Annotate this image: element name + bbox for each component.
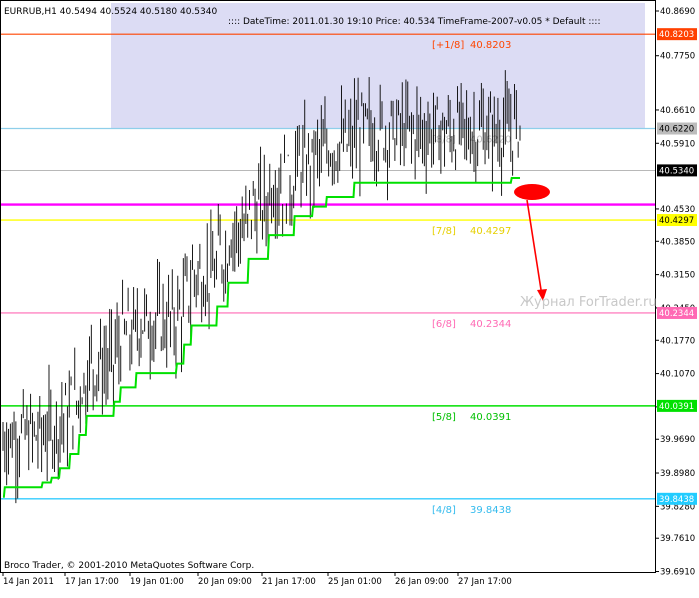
y-tick-label: 40.1770 <box>660 336 695 346</box>
price-tag-label-0: 40.8203 <box>659 30 694 40</box>
symbol-header: EURRUB,H1 40.5494 40.5524 40.5180 40.534… <box>4 7 217 17</box>
x-tick-label: 26 Jan 09:00 <box>395 577 449 587</box>
price-tag-label-6: 39.8438 <box>659 495 694 505</box>
x-tick-label: 19 Jan 01:00 <box>130 577 184 587</box>
x-tick-label: 14 Jan 2011 <box>3 577 54 587</box>
price-tag-label-5: 40.0391 <box>659 402 694 412</box>
signal-marker <box>514 184 550 200</box>
y-tick-label: 39.6910 <box>660 568 695 578</box>
y-tick-label: 40.6610 <box>660 106 695 116</box>
copyright-text: Broco Trader, © 2001-2010 MetaQuotes Sof… <box>4 561 254 571</box>
level-label-6: [4/8] <box>432 505 456 516</box>
y-tick-label: 40.3850 <box>660 237 695 247</box>
level-value-4: 40.2344 <box>470 319 511 330</box>
x-tick-label: 27 Jan 17:00 <box>458 577 512 587</box>
y-tick-label: 40.4530 <box>660 205 695 215</box>
chart-window: [+1/8] 40.8203 [8/8] 40.6220 [7/8] 40.4297 [6/… <box>0 0 699 594</box>
x-tick-label: 17 Jan 17:00 <box>65 577 119 587</box>
info-header: :::: DateTime: 2011.01.30 19:10 Price: 4… <box>228 17 601 27</box>
level-value-5: 40.0391 <box>470 412 511 423</box>
y-tick-label: 39.7610 <box>660 534 695 544</box>
y-tick-label: 40.7750 <box>660 52 695 62</box>
y-tick-label: 40.5910 <box>660 139 695 149</box>
price-tag-label-4: 40.2344 <box>659 309 694 319</box>
level-value-0: 40.8203 <box>470 40 511 51</box>
watermark: Журнал ForTrader.ru <box>520 295 657 310</box>
level-value-6: 39.8438 <box>470 505 511 516</box>
y-tick-label: 39.9690 <box>660 435 695 445</box>
price-chart[interactable]: [+1/8] 40.8203[8/8] 40.6220[7/8] 40.4297[6/… <box>0 0 699 594</box>
x-tick-label: 21 Jan 17:00 <box>262 577 316 587</box>
level-label-4: [6/8] <box>432 319 456 330</box>
y-tick-label: 40.3150 <box>660 271 695 281</box>
price-tag-label-2: 40.5340 <box>659 166 694 176</box>
level-label-0: [+1/8] <box>432 40 464 51</box>
x-tick-label: 20 Jan 09:00 <box>198 577 252 587</box>
x-tick-label: 25 Jan 01:00 <box>328 577 382 587</box>
level-label-3: [7/8] <box>432 226 456 237</box>
price-tag-label-3: 40.4297 <box>659 216 694 226</box>
price-tag-label-1: 40.6220 <box>659 125 694 135</box>
y-tick-label: 39.8980 <box>660 469 695 479</box>
level-value-3: 40.4297 <box>470 226 511 237</box>
y-tick-label: 40.1070 <box>660 370 695 380</box>
y-tick-label: 40.8690 <box>660 7 695 17</box>
level-label-5: [5/8] <box>432 412 456 423</box>
